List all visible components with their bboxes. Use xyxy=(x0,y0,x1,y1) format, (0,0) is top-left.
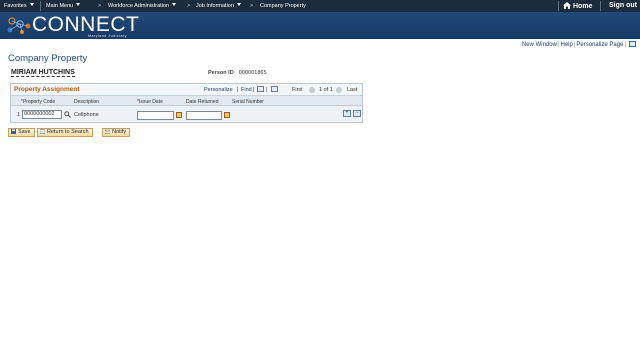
save-label: Save xyxy=(18,129,31,135)
pipe-divider: | xyxy=(237,87,239,93)
breadcrumb-current: Company Property xyxy=(260,3,306,9)
return-to-search-button[interactable]: Return to Search xyxy=(37,128,93,137)
main-menu-label: Main Menu xyxy=(46,3,74,9)
first-label: First xyxy=(292,87,303,93)
pipe-divider: | xyxy=(253,87,255,93)
delete-row-button[interactable]: − xyxy=(353,110,361,117)
sign-out-link[interactable]: Sign out xyxy=(609,2,637,9)
divider xyxy=(558,1,559,11)
col-property-code: *Property Code xyxy=(21,98,56,105)
save-icon xyxy=(11,129,16,134)
page-options-icon[interactable] xyxy=(629,41,636,47)
date-returned-input[interactable] xyxy=(186,111,222,120)
chevron-down-icon xyxy=(172,3,177,6)
table-row: 1 0000000002 Cellphone + − xyxy=(11,106,362,122)
home-label: Home xyxy=(572,3,593,10)
property-code-input[interactable]: 0000000002 xyxy=(22,110,62,119)
calendar-icon[interactable] xyxy=(224,112,230,118)
breadcrumb-label: Job Information xyxy=(196,3,234,9)
home-link[interactable]: Home xyxy=(563,2,592,10)
breadcrumb-workforce-administration[interactable]: Workforce Administration xyxy=(108,3,177,9)
calendar-icon[interactable] xyxy=(176,112,182,118)
previous-arrow-icon xyxy=(309,87,315,93)
personalize-link[interactable]: Personalize xyxy=(204,87,233,93)
grid-title: Property Assignment xyxy=(14,86,80,93)
row-range: 1 of 1 xyxy=(319,87,333,93)
home-icon xyxy=(563,2,571,9)
breadcrumb-label: Workforce Administration xyxy=(108,3,170,9)
download-icon[interactable] xyxy=(271,86,278,92)
col-date-returned: Date Returned xyxy=(186,98,219,105)
breadcrumb-job-information[interactable]: Job Information xyxy=(196,3,241,9)
col-description: Description xyxy=(74,98,100,105)
chevron-down-icon xyxy=(29,3,34,6)
issue-date-input[interactable] xyxy=(137,111,174,120)
view-all-icon[interactable] xyxy=(257,86,264,92)
utility-links: New Window|Help|Personalize Page| xyxy=(522,41,636,48)
property-assignment-grid: Property Assignment Personalize | Find |… xyxy=(10,83,363,123)
personalize-page-link[interactable]: Personalize Page xyxy=(576,42,623,48)
return-to-search-label: Return to Search xyxy=(47,129,89,135)
main-menu[interactable]: Main Menu xyxy=(46,3,81,9)
envelope-icon xyxy=(105,129,110,134)
divider xyxy=(40,1,41,11)
pipe-divider: | xyxy=(266,87,268,93)
add-row-button[interactable]: + xyxy=(343,110,351,117)
next-arrow-icon xyxy=(336,87,342,93)
top-nav-bar: Favorites Main Menu > Workforce Administ… xyxy=(0,0,640,12)
breadcrumb-separator: > xyxy=(98,3,102,9)
pipe-divider: | xyxy=(557,42,560,48)
return-icon xyxy=(40,129,45,134)
new-window-link[interactable]: New Window xyxy=(522,42,557,48)
row-number: 1 xyxy=(17,112,21,118)
col-serial-number: Serial Number xyxy=(232,98,264,105)
notify-label: Notify xyxy=(112,129,127,135)
lookup-icon[interactable] xyxy=(64,111,71,118)
person-id-value: 000001865 xyxy=(239,70,267,76)
help-link[interactable]: Help xyxy=(561,42,573,48)
favorites-menu[interactable]: Favorites xyxy=(4,3,34,9)
col-issue-date: *Issue Date xyxy=(137,98,163,105)
app-logo-subtitle: Maryland Judiciary xyxy=(88,34,127,38)
divider xyxy=(600,1,601,11)
notify-button[interactable]: Notify xyxy=(102,128,131,137)
grid-header: Property Assignment Personalize | Find |… xyxy=(11,84,362,96)
save-button[interactable]: Save xyxy=(8,128,35,137)
breadcrumb-separator: > xyxy=(250,3,254,9)
find-link[interactable]: Find xyxy=(241,87,252,93)
breadcrumb-separator: > xyxy=(187,3,191,9)
chevron-down-icon xyxy=(236,3,241,6)
description-value: Cellphone xyxy=(74,112,99,118)
page-title: Company Property xyxy=(8,53,88,64)
last-label: Last xyxy=(347,87,358,93)
employee-name: MIRIAM HUTCHINS xyxy=(11,69,75,77)
brand-banner: CONNECT Maryland Judiciary xyxy=(0,12,640,39)
favorites-label: Favorites xyxy=(4,3,27,9)
pipe-divider: | xyxy=(624,42,626,48)
grid-column-headers: *Property Code Description *Issue Date D… xyxy=(11,96,362,106)
chevron-down-icon xyxy=(76,3,81,6)
logo-ornament-icon xyxy=(7,17,31,34)
person-id-label: Person ID xyxy=(208,70,234,76)
